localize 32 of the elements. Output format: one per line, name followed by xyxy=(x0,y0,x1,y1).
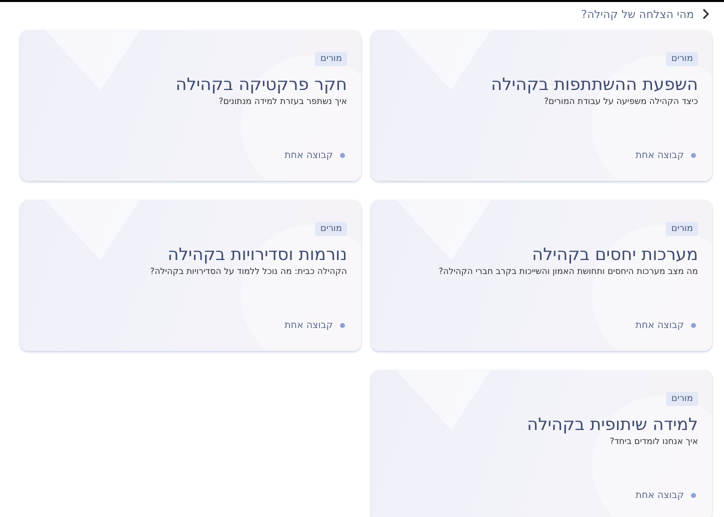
tag-label: מורים xyxy=(666,222,698,236)
group-label: קבוצה אחת xyxy=(636,320,684,331)
card-subtitle: איך נשתפר בעזרת למידה מנתונים? xyxy=(218,97,347,107)
topic-card[interactable]: מורים השפעת ההשתתפות בקהילה כיצד הקהילה משפיעה על עבודת המורים? קבוצה אחת xyxy=(371,30,712,181)
dot-icon xyxy=(340,153,345,158)
group-label: קבוצה אחת xyxy=(636,490,684,501)
back-chevron-icon[interactable] xyxy=(702,8,710,20)
card-subtitle: כיצד הקהילה משפיעה על עבודת המורים? xyxy=(544,97,698,107)
tag-label: מורים xyxy=(315,52,347,66)
tag-label: מורים xyxy=(666,52,698,66)
tag-label: מורים xyxy=(666,392,698,406)
topic-card[interactable]: מורים נורמות וסדירויות בקהילה הקהילה כבית: מה נוכל ללמוד על הסדירויות בקהילה? קבוצה אחת xyxy=(20,200,361,351)
page-title: מהי הצלחה של קהילה? xyxy=(581,8,694,20)
card-subtitle: הקהילה כבית: מה נוכל ללמוד על הסדירויות בקהילה? xyxy=(150,267,347,277)
dot-icon xyxy=(691,323,696,328)
topic-card[interactable]: מורים חקר פרקטיקה בקהילה איך נשתפר בעזרת למידה מנתונים? קבוצה אחת xyxy=(20,30,361,181)
tag-label: מורים xyxy=(315,222,347,236)
group-label: קבוצה אחת xyxy=(636,150,684,161)
topic-card[interactable]: מורים מערכות יחסים בקהילה מה מצב מערכות היחסים ותחושת האמון והשייכות בקרב חברי הקהילה? קבוצה אחת xyxy=(371,200,712,351)
card-title: נורמות וסדירויות בקהילה xyxy=(168,245,347,265)
card-subtitle: מה מצב מערכות היחסים ותחושת האמון והשייכות בקרב חברי הקהילה? xyxy=(438,267,698,277)
dot-icon xyxy=(340,323,345,328)
dot-icon xyxy=(691,493,696,498)
card-subtitle: איך אנחנו לומדים ביחד? xyxy=(610,437,698,447)
group-label: קבוצה אחת xyxy=(284,320,333,331)
dot-icon xyxy=(691,153,696,158)
card-title: השפעת ההשתתפות בקהילה xyxy=(491,75,698,95)
card-title: למידה שיתופית בקהילה xyxy=(526,415,698,435)
card-title: חקר פרקטיקה בקהילה xyxy=(176,75,347,95)
card-title: מערכות יחסים בקהילה xyxy=(532,245,698,265)
topic-card[interactable]: מורים למידה שיתופית בקהילה איך אנחנו לומדים ביחד? קבוצה אחת xyxy=(371,370,712,517)
group-label: קבוצה אחת xyxy=(284,150,333,161)
